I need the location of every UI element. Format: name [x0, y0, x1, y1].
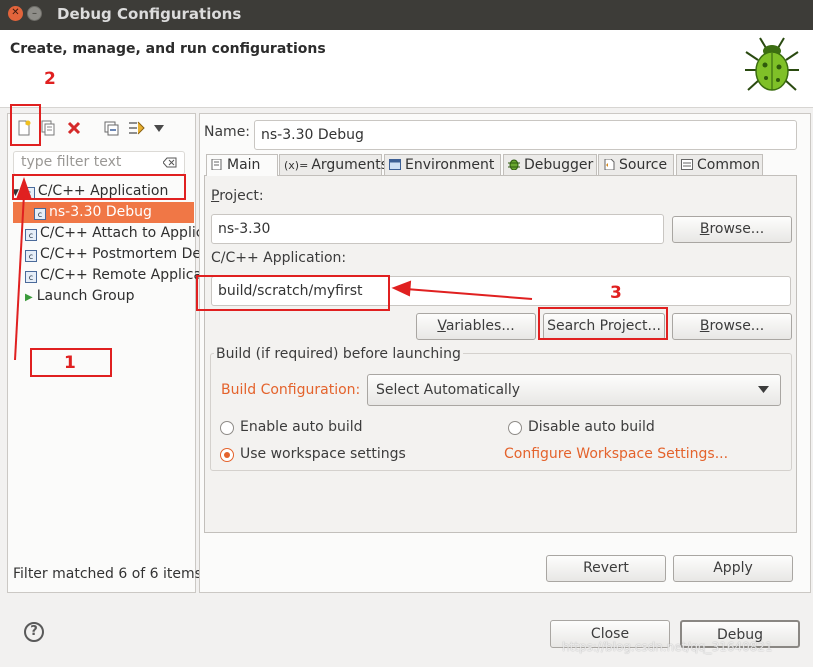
configure-workspace-settings-link[interactable]: Configure Workspace Settings... [504, 446, 728, 462]
revert-button[interactable]: Revert [546, 555, 666, 582]
tab-label: Arguments [311, 157, 389, 173]
tab-main[interactable]: Main [206, 154, 278, 176]
name-field[interactable]: ns-3.30 Debug [254, 120, 797, 150]
dialog-subtitle: Create, manage, and run configurations [10, 41, 326, 57]
source-tab-icon [604, 159, 615, 170]
annotation-number-1: 1 [64, 353, 76, 373]
filter-configurations-icon[interactable] [128, 120, 146, 136]
browse-application-button[interactable]: Browse... [672, 313, 792, 340]
tree-item-ns3-debug[interactable]: c ns-3.30 Debug [34, 202, 152, 223]
tab-source[interactable]: Source [598, 154, 674, 175]
annotation-box-app-path [196, 275, 390, 311]
build-configuration-select[interactable]: Select Automatically [367, 374, 781, 406]
arguments-tab-icon: (x)= [284, 159, 309, 172]
duplicate-configuration-icon[interactable] [40, 120, 56, 136]
tree-item-cpp-remote[interactable]: c C/C++ Remote Applicat [25, 265, 208, 286]
chevron-down-icon[interactable] [758, 386, 769, 393]
collapse-all-icon[interactable] [104, 121, 119, 136]
common-tab-icon [681, 159, 693, 170]
tab-label: Debugger [524, 157, 594, 173]
annotation-box-cpp-application [12, 174, 186, 200]
disable-auto-build-label[interactable]: Disable auto build [528, 419, 655, 435]
tree-item-launch-group[interactable]: ▶ Launch Group [25, 286, 134, 307]
tree-item-label: C/C++ Remote Applicat [40, 267, 208, 283]
tab-label: Main [227, 157, 261, 173]
tab-arguments[interactable]: (x)= Arguments [279, 154, 388, 175]
c-attach-icon: c [25, 229, 37, 241]
annotation-box-search-project [538, 307, 668, 340]
main-tab-icon [211, 159, 222, 170]
c-app-icon: c [34, 208, 46, 220]
build-configuration-link[interactable]: Build Configuration: [221, 382, 360, 398]
c-remote-icon: c [25, 271, 37, 283]
c-postmortem-icon: c [25, 250, 37, 262]
tree-item-label: C/C++ Attach to Applic [40, 225, 204, 241]
launch-group-icon: ▶ [25, 292, 33, 303]
delete-configuration-icon[interactable] [67, 121, 81, 135]
tab-label: Common [697, 157, 761, 173]
enable-auto-build-radio[interactable] [220, 421, 234, 435]
use-workspace-settings-radio[interactable] [220, 448, 234, 462]
build-group-label: Build (if required) before launching [214, 346, 463, 362]
filter-status-text: Filter matched 6 of 6 items [13, 566, 202, 582]
tree-item-label: C/C++ Postmortem De [40, 246, 202, 262]
toolbar-dropdown-icon[interactable] [154, 125, 164, 132]
tree-item-label: ns-3.30 Debug [49, 204, 152, 220]
minimize-window-icon[interactable]: – [27, 6, 42, 21]
tab-common[interactable]: Common [676, 154, 763, 175]
tree-item-cpp-attach[interactable]: c C/C++ Attach to Applic [25, 223, 203, 244]
use-workspace-settings-label[interactable]: Use workspace settings [240, 446, 406, 462]
name-label: Name: [204, 124, 251, 140]
project-field[interactable]: ns-3.30 [211, 214, 664, 244]
close-window-icon[interactable]: ✕ [8, 6, 23, 21]
clear-filter-icon[interactable] [163, 157, 177, 168]
filter-placeholder: type filter text [21, 154, 122, 170]
project-label: Project: [211, 188, 264, 204]
tab-label: Source [619, 157, 668, 173]
enable-auto-build-label[interactable]: Enable auto build [240, 419, 363, 435]
window-title: Debug Configurations [57, 5, 242, 23]
environment-tab-icon [389, 159, 401, 170]
annotation-box-2 [10, 104, 41, 146]
radio-selected-dot [224, 452, 230, 458]
annotation-number-3: 3 [610, 283, 622, 303]
build-configuration-value: Select Automatically [376, 382, 521, 398]
annotation-number-2: 2 [44, 69, 56, 89]
debugger-tab-icon [508, 159, 520, 170]
apply-button[interactable]: Apply [673, 555, 793, 582]
debug-bug-icon [745, 37, 799, 91]
browse-project-button[interactable]: Browse... [672, 216, 792, 243]
tab-environment[interactable]: Environment [384, 154, 501, 175]
help-icon[interactable]: ? [24, 622, 44, 642]
configuration-tree: ▼ c C/C++ Application c ns-3.30 Debug c C/C+… [8, 181, 208, 311]
tab-debugger[interactable]: Debugger [503, 154, 597, 175]
watermark: https://blog.csdn.net/qq_31640821 [562, 640, 773, 654]
tree-item-cpp-postmortem[interactable]: c C/C++ Postmortem De [25, 244, 201, 265]
tree-item-label: Launch Group [36, 288, 135, 304]
cpp-application-label: C/C++ Application: [211, 250, 347, 266]
variables-button[interactable]: Variables... [416, 313, 536, 340]
disable-auto-build-radio[interactable] [508, 421, 522, 435]
tab-label: Environment [405, 157, 495, 173]
